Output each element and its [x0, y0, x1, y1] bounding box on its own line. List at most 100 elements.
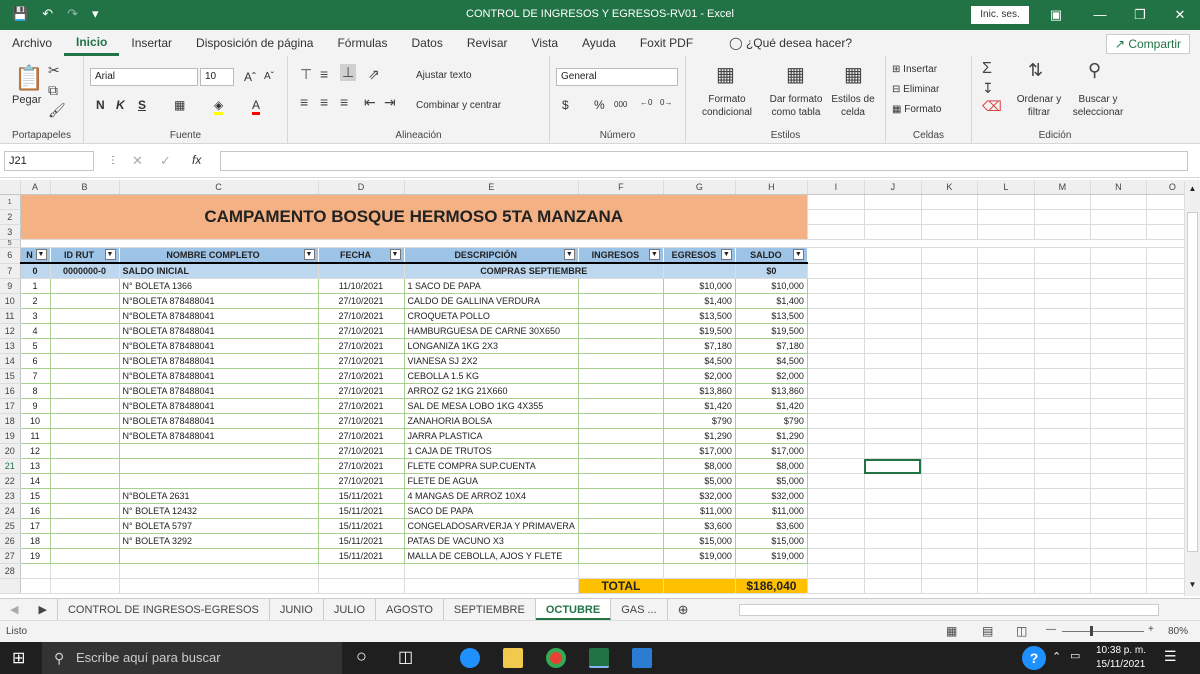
cell-fecha[interactable]: 27/10/2021: [318, 293, 405, 309]
cell[interactable]: [977, 293, 1035, 309]
paste-icon[interactable]: 📋: [14, 64, 44, 93]
font-size-select[interactable]: 10: [200, 68, 234, 86]
italic-icon[interactable]: K: [116, 98, 125, 112]
header-saldo[interactable]: SALDO ▼: [735, 247, 808, 264]
insert-cells-button[interactable]: ⊞ Insertar: [892, 64, 937, 75]
cell-ingresos[interactable]: [578, 473, 664, 489]
thousands-icon[interactable]: 000: [614, 100, 627, 109]
cell[interactable]: [1090, 293, 1147, 309]
cell-saldo[interactable]: $13,860: [735, 383, 808, 399]
cell-ingresos[interactable]: [578, 548, 664, 564]
cell[interactable]: [1034, 533, 1091, 549]
cell-fecha[interactable]: 27/10/2021: [318, 308, 405, 324]
cell-saldo[interactable]: $10,000: [735, 278, 808, 294]
zoom-slider[interactable]: [1062, 631, 1144, 632]
cell-fecha[interactable]: 27/10/2021: [318, 398, 405, 414]
column-header[interactable]: K: [921, 180, 978, 195]
cell-saldo[interactable]: $8,000: [735, 458, 808, 474]
cell-egresos[interactable]: $11,000: [663, 503, 736, 519]
cell[interactable]: [921, 443, 978, 459]
cell[interactable]: [921, 458, 978, 474]
cell[interactable]: [864, 308, 922, 324]
header-n[interactable]: N ▼: [20, 247, 51, 264]
header-descripcion[interactable]: DESCRIPCIÓN ▼: [404, 247, 579, 264]
cell[interactable]: [807, 473, 865, 489]
vertical-scrollbar[interactable]: ▲ ▼: [1184, 182, 1200, 596]
underline-icon[interactable]: S: [138, 98, 146, 112]
currency-icon[interactable]: $: [562, 98, 569, 112]
cell-egresos[interactable]: $7,180: [663, 338, 736, 354]
align-middle-icon[interactable]: ≡: [320, 66, 328, 82]
minimize-icon[interactable]: —: [1080, 0, 1120, 30]
cell[interactable]: [864, 518, 922, 534]
cell-nombre[interactable]: N° BOLETA 12432: [119, 503, 319, 519]
row-header[interactable]: 22: [0, 473, 21, 489]
cell-saldo[interactable]: $2,000: [735, 368, 808, 384]
cell[interactable]: [977, 473, 1035, 489]
cell[interactable]: [977, 398, 1035, 414]
windows-start-icon[interactable]: ⊞: [12, 648, 25, 668]
clear-icon[interactable]: ⌫: [982, 98, 1002, 115]
row-header[interactable]: 27: [0, 548, 21, 564]
cell-fecha[interactable]: 15/11/2021: [318, 518, 405, 534]
cell-n[interactable]: 11: [20, 428, 51, 444]
tab-disposicion[interactable]: Disposición de página: [184, 30, 325, 56]
format-cells-button[interactable]: ▦ Formato: [892, 104, 941, 115]
font-name-select[interactable]: Arial: [90, 68, 198, 86]
cell[interactable]: [1090, 353, 1147, 369]
cell-descripcion[interactable]: 1 SACO DE PAPA: [404, 278, 579, 294]
cell-ingresos[interactable]: [578, 458, 664, 474]
cell[interactable]: [1034, 428, 1091, 444]
wrap-text-button[interactable]: Ajustar texto: [416, 70, 472, 81]
search-icon[interactable]: ⚲: [1088, 60, 1101, 81]
sheet-tab[interactable]: GAS ...: [611, 598, 668, 621]
cell[interactable]: [807, 308, 865, 324]
cell[interactable]: [921, 473, 978, 489]
cell[interactable]: [977, 368, 1035, 384]
cell[interactable]: [1034, 443, 1091, 459]
font-color-icon[interactable]: A: [252, 98, 261, 115]
cell[interactable]: [977, 353, 1035, 369]
cell[interactable]: [318, 263, 405, 279]
cell[interactable]: [807, 353, 865, 369]
scroll-thumb[interactable]: [1187, 212, 1198, 552]
cell-egresos[interactable]: $3,600: [663, 518, 736, 534]
excel-icon[interactable]: [589, 648, 609, 668]
formula-input[interactable]: [220, 151, 1188, 171]
shrink-font-icon[interactable]: Aˇ: [264, 71, 274, 82]
page-break-icon[interactable]: ◫: [1016, 624, 1027, 638]
cell[interactable]: [1034, 503, 1091, 519]
sheet-tab-active[interactable]: OCTUBRE: [535, 598, 612, 621]
column-header[interactable]: A: [20, 180, 51, 195]
conditional-format-button[interactable]: Formato condicional: [694, 93, 760, 119]
autosum-icon[interactable]: Σ: [982, 60, 992, 78]
total-label[interactable]: TOTAL: [578, 578, 664, 594]
cell[interactable]: [1090, 428, 1147, 444]
cell-saldo[interactable]: $32,000: [735, 488, 808, 504]
sort-filter-icon[interactable]: ⇅: [1028, 60, 1043, 81]
cell-nombre[interactable]: N°BOLETA 878488041: [119, 368, 319, 384]
cell-styles-button[interactable]: Estilos de celda: [830, 93, 876, 119]
cell-saldo[interactable]: $17,000: [735, 443, 808, 459]
cell-nombre[interactable]: N°BOLETA 878488041: [119, 383, 319, 399]
cell-egresos[interactable]: $2,000: [663, 368, 736, 384]
cell-egresos[interactable]: $19,000: [663, 548, 736, 564]
cell-rut[interactable]: [50, 368, 120, 384]
cell-saldo[interactable]: $15,000: [735, 533, 808, 549]
cell-n[interactable]: 2: [20, 293, 51, 309]
cell[interactable]: [1090, 278, 1147, 294]
decrease-indent-icon[interactable]: ⇤: [364, 94, 376, 111]
zoom-in-icon[interactable]: +: [1148, 624, 1154, 635]
cell[interactable]: [807, 383, 865, 399]
cell-descripcion[interactable]: LONGANIZA 1KG 2X3: [404, 338, 579, 354]
cell[interactable]: [807, 323, 865, 339]
cell[interactable]: [807, 338, 865, 354]
taskbar-search[interactable]: ⚲ Escribe aquí para buscar: [42, 642, 342, 674]
cell[interactable]: [1034, 338, 1091, 354]
cell-egresos[interactable]: $15,000: [663, 533, 736, 549]
cell[interactable]: [807, 548, 865, 564]
cell-descripcion[interactable]: ARROZ G2 1KG 21X660: [404, 383, 579, 399]
cut-icon[interactable]: ✂: [48, 62, 60, 79]
sign-in-button[interactable]: Inic. ses.: [971, 6, 1029, 24]
edge-icon[interactable]: [460, 648, 480, 668]
